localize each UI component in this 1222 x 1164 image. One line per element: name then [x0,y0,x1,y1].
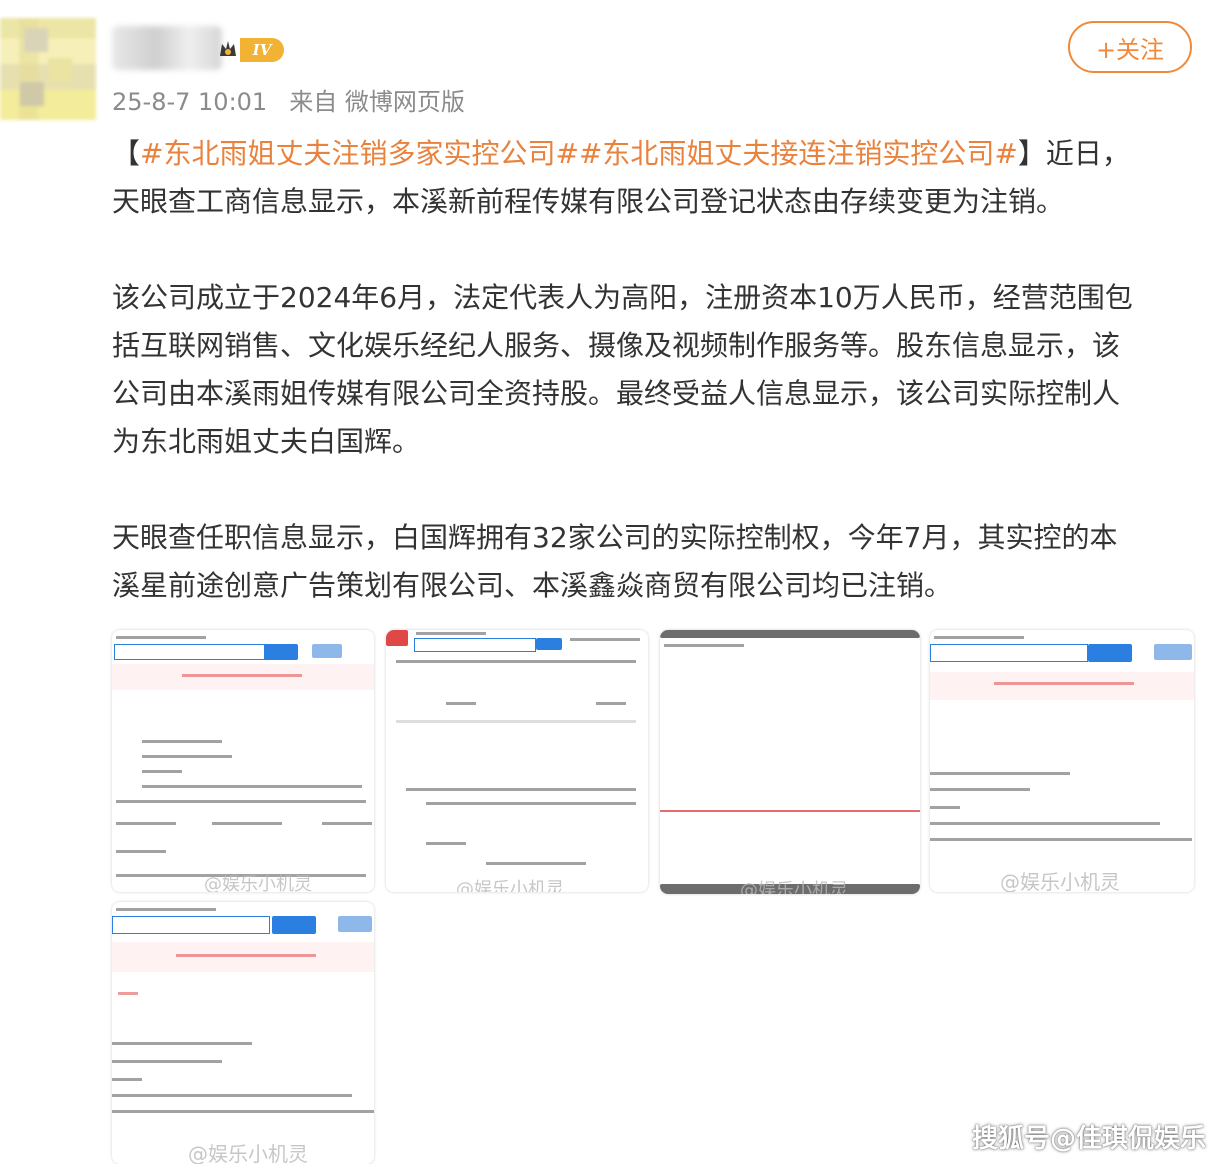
image-thumbnail-3[interactable]: @娱乐小机灵 [660,630,920,894]
image-thumbnail-5[interactable]: @娱乐小机灵 [112,902,374,1164]
bracket-close: 】近日， [1017,137,1130,170]
thumb-watermark: @娱乐小机灵 [204,874,312,892]
site-watermark: 搜狐号@佳琪侃娱乐 [972,1124,1207,1154]
post-paragraph-3-line-2: 溪星前途创意广告策划有限公司、本溪鑫焱商贸有限公司均已注销。 [112,569,953,602]
user-avatar[interactable] [0,18,96,120]
crown-icon [220,41,236,56]
post-time[interactable]: 25-8-7 10:01 [112,88,267,116]
bracket-open: 【 [112,137,141,170]
hashtag-link[interactable]: #东北雨姐丈夫注销多家实控公司##东北雨姐丈夫接连注销实控公司# [140,137,1018,170]
post-paragraph-1-line-2: 天眼查工商信息显示，本溪新前程传媒有限公司登记状态由存续变更为注销。 [112,185,1065,218]
image-thumbnail-4[interactable]: @娱乐小机灵 [930,630,1194,892]
post-paragraph-1-line-1: 【#东北雨姐丈夫注销多家实控公司##东北雨姐丈夫接连注销实控公司#】近日， [112,130,1130,178]
username-blurred[interactable] [112,26,222,70]
post-paragraph-2-line-1: 该公司成立于2024年6月，法定代表人为高阳，注册资本10万人民币，经营范围包 [112,281,1133,314]
post-paragraph-2-line-4: 为东北雨姐丈夫白国辉。 [112,425,421,458]
image-thumbnail-1[interactable]: @娱乐小机灵 [112,630,374,892]
post-paragraph-2-line-3: 公司由本溪雨姐传媒有限公司全资持股。最终受益人信息显示，该公司实际控制人 [112,377,1121,410]
thumb-watermark: @娱乐小机灵 [188,1142,308,1164]
level-badge: IV [240,38,284,62]
post-paragraph-2-line-2: 括互联网销售、文化娱乐经纪人服务、摄像及视频制作服务等。股东信息显示，该 [112,329,1121,362]
post-paragraph-3-line-1: 天眼查任职信息显示，白国辉拥有32家公司的实际控制权，今年7月，其实控的本 [112,521,1118,554]
post-source: 来自 微博网页版 [289,88,465,116]
follow-button[interactable]: +关注 [1068,21,1192,73]
thumb-watermark: @娱乐小机灵 [740,880,848,894]
post-meta: 25-8-7 10:01 来自 微博网页版 [112,82,465,117]
thumb-watermark: @娱乐小机灵 [456,879,564,892]
thumb-watermark: @娱乐小机灵 [1000,870,1120,892]
image-thumbnail-2[interactable]: @娱乐小机灵 [386,630,648,892]
